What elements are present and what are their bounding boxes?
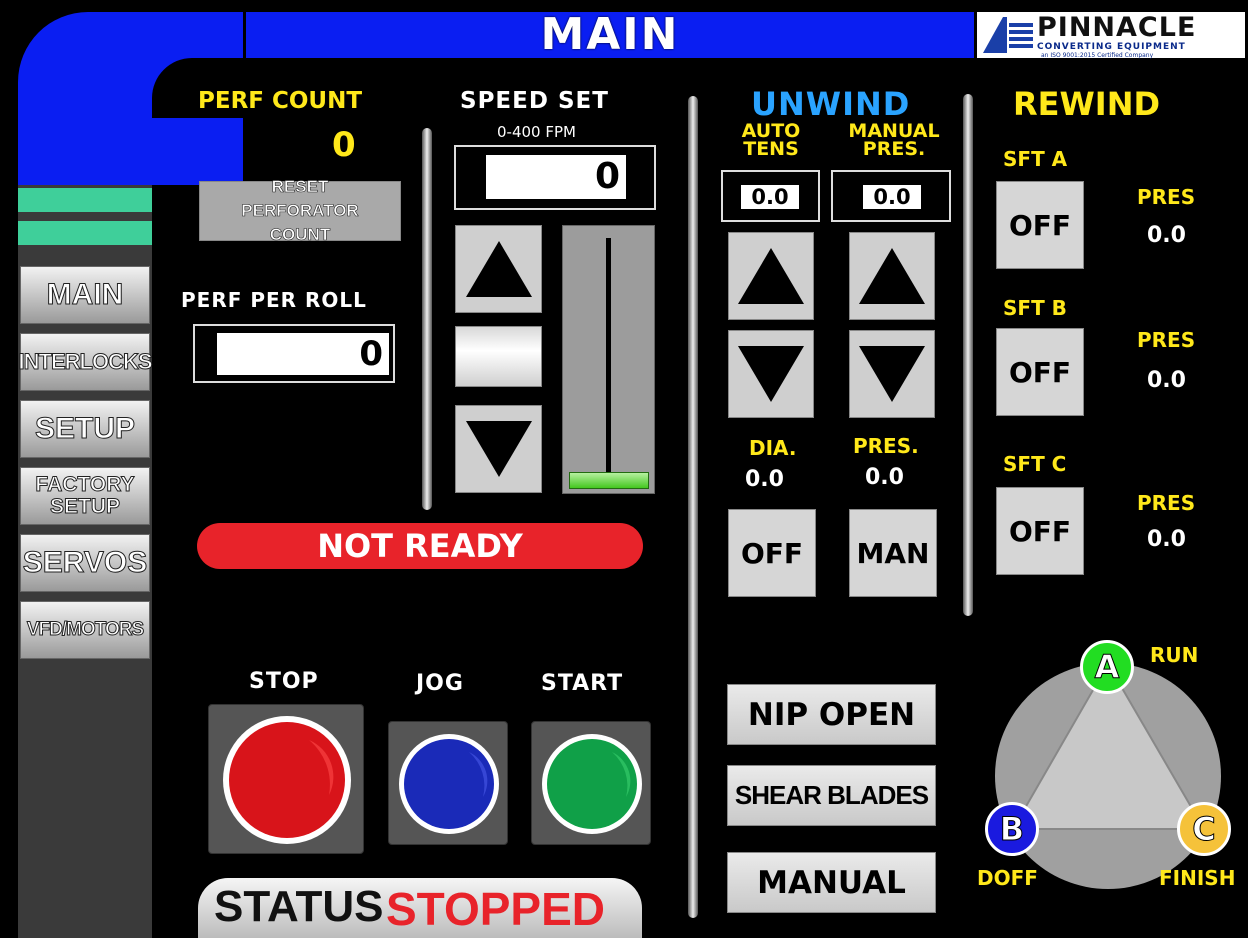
jog-button[interactable]: [388, 721, 508, 845]
jog-circle-icon: [399, 734, 499, 834]
divider: [688, 96, 698, 918]
reset-perforator-count-button[interactable]: RESET PERFORATOR COUNT: [199, 177, 401, 244]
speed-range-label: 0-400 FPM: [497, 123, 576, 141]
logo-brand: PINNACLE: [1037, 12, 1197, 43]
jog-label: JOG: [416, 671, 464, 696]
auto-tens-label: AUTO TENS: [741, 120, 801, 160]
logo-tagline: CONVERTING EQUIPMENT: [1037, 42, 1186, 52]
turret-run-label: RUN: [1150, 643, 1199, 667]
pinnacle-logo-icon: [983, 17, 1033, 53]
perf-count-label: PERF COUNT: [198, 88, 363, 114]
turret-position-b[interactable]: B: [985, 802, 1039, 856]
turret-doff-label: DOFF: [977, 866, 1038, 890]
arrow-up-icon: [738, 248, 804, 304]
stop-circle-icon: [223, 716, 351, 844]
sidebar-accent-bar: [18, 188, 152, 212]
unwind-pres-label: PRES.: [853, 434, 919, 458]
shaft-a-off-button[interactable]: OFF: [996, 181, 1084, 269]
sidebar-accent-bar: [18, 221, 152, 245]
arrow-up-icon: [465, 241, 532, 297]
page-title: MAIN: [540, 9, 680, 60]
stop-button[interactable]: [208, 704, 364, 854]
shear-blades-button[interactable]: SHEAR BLADES: [727, 765, 936, 826]
manual-pres-up-button[interactable]: [849, 232, 935, 320]
unwind-off-button[interactable]: OFF: [728, 509, 816, 597]
slider-track: [606, 238, 611, 480]
status-label: STATUS: [214, 882, 384, 931]
unwind-pres-value: 0.0: [865, 465, 904, 490]
manual-pres-down-button[interactable]: [849, 330, 935, 418]
shaft-c-pres-value: 0.0: [1147, 527, 1186, 552]
arrow-down-icon: [859, 346, 925, 402]
speed-set-input[interactable]: 0: [486, 155, 626, 199]
shaft-c-off-button[interactable]: OFF: [996, 487, 1084, 575]
manual-button[interactable]: MANUAL: [727, 852, 936, 913]
divider: [963, 94, 973, 616]
manual-pres-field: 0.0: [831, 170, 951, 222]
auto-tens-up-button[interactable]: [728, 232, 814, 320]
start-circle-icon: [542, 734, 642, 834]
shaft-a-label: SFT A: [1003, 147, 1068, 171]
start-button[interactable]: [531, 721, 651, 845]
divider: [422, 128, 432, 510]
turret-position-c[interactable]: C: [1177, 802, 1231, 856]
nav-servos-button[interactable]: SERVOS: [20, 534, 150, 592]
nav-factory-setup-button[interactable]: FACTORY SETUP: [20, 467, 150, 525]
slider-handle[interactable]: [569, 472, 649, 489]
company-logo: PINNACLE CONVERTING EQUIPMENT an ISO 900…: [977, 12, 1245, 59]
shaft-c-label: SFT C: [1003, 452, 1067, 476]
nav-interlocks-button[interactable]: INTERLOCKS: [18, 333, 153, 391]
dia-label: DIA.: [749, 436, 797, 460]
shaft-a-pres-label: PRES: [1137, 185, 1196, 209]
nav-vfd-motors-button[interactable]: VFD/MOTORS: [20, 601, 150, 659]
machine-status-bar: STATUS STOPPED: [198, 878, 642, 938]
shaft-b-pres-label: PRES: [1137, 328, 1196, 352]
auto-tens-field: 0.0: [721, 170, 820, 222]
auto-tens-down-button[interactable]: [728, 330, 814, 418]
perf-per-roll-label: PERF PER ROLL: [181, 288, 367, 312]
nip-open-button[interactable]: NIP OPEN: [727, 684, 936, 745]
nav-main-button[interactable]: MAIN: [20, 266, 150, 324]
speed-stop-button[interactable]: [455, 326, 542, 387]
rewind-title: REWIND: [1013, 85, 1161, 123]
arrow-down-icon: [465, 421, 532, 477]
manual-pres-label: MANUAL PRES.: [848, 120, 940, 160]
unwind-man-button[interactable]: MAN: [849, 509, 937, 597]
speed-set-field: 0: [454, 145, 656, 210]
speed-up-button[interactable]: [455, 225, 542, 313]
shaft-b-label: SFT B: [1003, 296, 1067, 320]
shaft-b-pres-value: 0.0: [1147, 368, 1186, 393]
perf-count-value: 0: [332, 125, 356, 165]
status-value: STOPPED: [386, 883, 605, 935]
auto-tens-input[interactable]: 0.0: [741, 185, 799, 209]
speed-down-button[interactable]: [455, 405, 542, 493]
turret-finish-label: FINISH: [1159, 866, 1236, 890]
turret-position-a[interactable]: A: [1080, 640, 1134, 694]
shaft-b-off-button[interactable]: OFF: [996, 328, 1084, 416]
speed-slider[interactable]: [562, 225, 655, 494]
arrow-up-icon: [859, 248, 925, 304]
shaft-a-pres-value: 0.0: [1147, 223, 1186, 248]
stop-label: STOP: [249, 669, 319, 694]
ready-status-banner: NOT READY: [197, 523, 643, 569]
speed-set-label: SPEED SET: [460, 88, 609, 114]
nav-setup-button[interactable]: SETUP: [20, 400, 150, 458]
shaft-c-pres-label: PRES: [1137, 491, 1196, 515]
perf-per-roll-field: 0: [193, 324, 395, 383]
logo-cert: an ISO 9001:2015 Certified Company: [1041, 52, 1154, 59]
manual-pres-input[interactable]: 0.0: [863, 185, 921, 209]
arrow-down-icon: [738, 346, 804, 402]
unwind-title: UNWIND: [751, 85, 911, 123]
perf-per-roll-input[interactable]: 0: [217, 333, 389, 375]
start-label: START: [541, 671, 624, 696]
dia-value: 0.0: [745, 467, 784, 492]
